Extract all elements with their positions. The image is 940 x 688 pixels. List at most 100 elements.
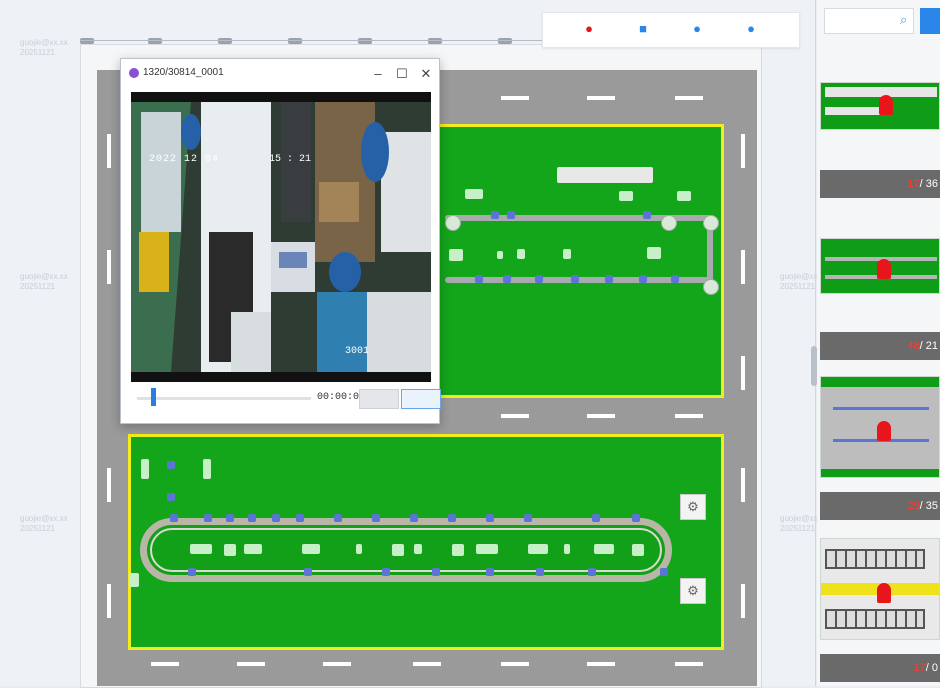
station-node[interactable]	[703, 279, 719, 295]
alarm-card[interactable]: 29/ 35	[820, 376, 940, 520]
machine-block	[594, 544, 614, 554]
sensor-node[interactable]	[486, 568, 494, 576]
sensor-node[interactable]	[524, 514, 532, 522]
sensor-node[interactable]	[592, 514, 600, 522]
settings-gear-icon[interactable]: ⚙	[680, 578, 706, 604]
alarm-marker-icon	[877, 259, 891, 279]
alarm-thumbnail[interactable]	[820, 238, 940, 294]
sensor-node[interactable]	[571, 275, 579, 283]
machine-block	[647, 247, 661, 259]
sensor-node[interactable]	[432, 568, 440, 576]
watermark: guojie@xx.xx 20251121	[20, 38, 68, 57]
sensor-node[interactable]	[272, 514, 280, 522]
playback-controls: 00:00:01	[131, 386, 441, 412]
sensor-node[interactable]	[448, 514, 456, 522]
machine-block	[203, 459, 211, 479]
sensor-node[interactable]	[167, 461, 175, 469]
machine-block	[129, 573, 139, 587]
sensor-node[interactable]	[475, 275, 483, 283]
sensor-node[interactable]	[503, 275, 511, 283]
sensor-node[interactable]	[334, 514, 342, 522]
sensor-node[interactable]	[226, 514, 234, 522]
machine-block	[465, 189, 483, 199]
machine-block	[619, 191, 633, 201]
search-button[interactable]	[920, 8, 940, 34]
camera-video-frame[interactable]: 2022 12 04 15 : 21 3001	[131, 92, 431, 382]
sensor-node[interactable]	[296, 514, 304, 522]
sensor-node[interactable]	[536, 568, 544, 576]
red-pin-icon[interactable]: ●	[579, 19, 599, 39]
video-playback-window[interactable]: 1320/30814_0001 – ☐ ✕ 2022 12 04 15: 21…	[120, 58, 441, 424]
sensor-node[interactable]	[167, 493, 175, 501]
alarm-card[interactable]: 17/ 36	[820, 82, 940, 202]
station-node[interactable]	[445, 215, 461, 231]
machine-block	[141, 459, 149, 479]
settings-gear-icon[interactable]: ⚙	[680, 494, 706, 520]
sensor-node[interactable]	[372, 514, 380, 522]
user-icon[interactable]: ●	[741, 19, 761, 39]
machine-block	[517, 249, 525, 259]
sensor-node[interactable]	[643, 211, 651, 219]
watermark: guojie@xx.xx 20251121	[20, 514, 68, 533]
sensor-node[interactable]	[491, 211, 499, 219]
machine-block	[632, 544, 644, 556]
blue-pin-icon[interactable]: ●	[687, 19, 707, 39]
alarm-count: 17/ 36	[820, 170, 940, 198]
map-toolbar: ● ■ ● ●	[542, 12, 800, 48]
machine-block	[302, 544, 320, 554]
sensor-node[interactable]	[588, 568, 596, 576]
machine-block	[244, 544, 262, 554]
factory-scene-image	[131, 92, 431, 382]
alarm-thumbnail[interactable]	[820, 82, 940, 130]
sensor-node[interactable]	[507, 211, 515, 219]
sensor-node[interactable]	[632, 514, 640, 522]
sensor-node[interactable]	[605, 275, 613, 283]
station-node[interactable]	[661, 215, 677, 231]
window-title: 1320/30814_0001	[143, 67, 224, 78]
maximize-icon[interactable]: ☐	[391, 64, 413, 84]
alarm-count: 48/ 21	[820, 332, 940, 360]
search-icon[interactable]: ⌕	[900, 12, 907, 28]
sensor-node[interactable]	[671, 275, 679, 283]
alarm-count: 29/ 35	[820, 492, 940, 520]
seek-bar[interactable]	[137, 397, 311, 400]
sensor-node[interactable]	[660, 568, 668, 576]
sensor-node[interactable]	[486, 514, 494, 522]
production-zone-upper[interactable]	[436, 124, 724, 398]
seek-handle[interactable]	[150, 388, 156, 406]
machine-block	[476, 544, 498, 554]
machine-block	[564, 544, 570, 554]
alarm-card[interactable]: 48/ 21	[820, 238, 940, 360]
station-node[interactable]	[703, 215, 719, 231]
window-titlebar[interactable]: 1320/30814_0001 – ☐ ✕	[121, 59, 439, 89]
machine-block	[414, 544, 422, 554]
machine-block	[563, 249, 571, 259]
machine-block	[557, 167, 653, 183]
sensor-node[interactable]	[410, 514, 418, 522]
sensor-node[interactable]	[204, 514, 212, 522]
close-icon[interactable]: ✕	[415, 64, 437, 84]
video-overlay-time: 15 : 21	[269, 154, 312, 165]
sensor-node[interactable]	[170, 514, 178, 522]
sensor-node[interactable]	[188, 568, 196, 576]
minimize-icon[interactable]: –	[367, 64, 389, 84]
sensor-node[interactable]	[248, 514, 256, 522]
camera-icon[interactable]: ■	[633, 19, 653, 39]
alarm-thumbnail[interactable]	[820, 376, 940, 478]
sensor-node[interactable]	[535, 275, 543, 283]
machine-block	[224, 544, 236, 556]
alarm-thumbnail[interactable]	[820, 538, 940, 640]
alarm-marker-icon	[877, 421, 891, 441]
machine-block	[392, 544, 404, 556]
alarm-marker-icon	[879, 95, 893, 115]
sensor-node[interactable]	[382, 568, 390, 576]
machine-block	[449, 249, 463, 261]
sensor-node[interactable]	[304, 568, 312, 576]
alarm-card[interactable]: 17/ 0	[820, 538, 940, 686]
video-overlay-timestamp: 2022 12 04	[149, 154, 220, 165]
playback-button[interactable]	[359, 389, 399, 409]
playback-button-primary[interactable]	[401, 389, 441, 409]
sensor-node[interactable]	[639, 275, 647, 283]
machine-block	[497, 251, 503, 259]
machine-block	[190, 544, 212, 554]
